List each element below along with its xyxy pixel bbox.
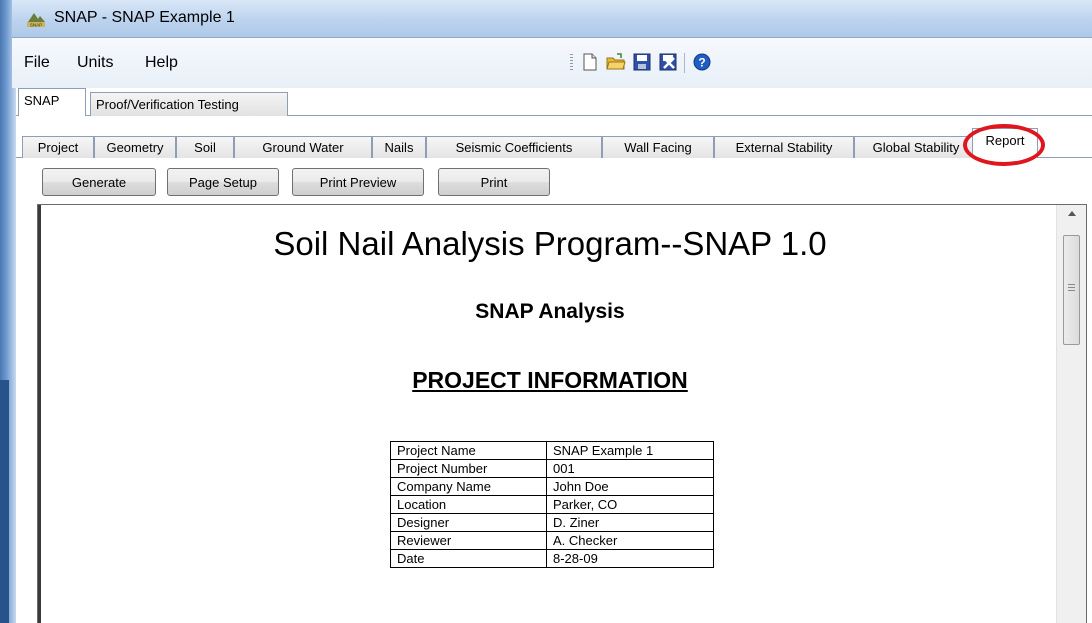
section-heading: PROJECT INFORMATION (412, 367, 688, 393)
app-window: SNAP SNAP - SNAP Example 1 File Units He… (0, 0, 1092, 623)
table-row: Designer D. Ziner (390, 513, 714, 532)
table-row: Location Parker, CO (390, 495, 714, 514)
svg-text:?: ? (698, 56, 705, 70)
window-left-frame (0, 0, 16, 623)
save-icon[interactable] (632, 52, 652, 72)
project-info-table: Project Name SNAP Example 1 Project Numbe… (390, 441, 714, 568)
tab-geometry[interactable]: Geometry (94, 136, 176, 158)
table-cell-key: Project Name (390, 441, 547, 460)
help-icon[interactable]: ? (692, 52, 712, 72)
toolbar-grip[interactable] (570, 54, 573, 72)
vertical-scrollbar[interactable] (1056, 205, 1086, 623)
table-cell-value: SNAP Example 1 (546, 441, 714, 460)
table-row: Project Number 001 (390, 459, 714, 478)
print-preview-button[interactable]: Print Preview (292, 168, 424, 196)
title-bar[interactable]: SNAP SNAP - SNAP Example 1 (12, 0, 1092, 38)
toolbar-separator (684, 53, 685, 73)
table-cell-key: Location (390, 495, 547, 514)
print-button[interactable]: Print (438, 168, 550, 196)
open-folder-icon[interactable] (606, 52, 626, 72)
generate-button[interactable]: Generate (42, 168, 156, 196)
report-button-row: Generate Page Setup Print Preview Print (16, 162, 1092, 198)
scroll-up-arrow-icon[interactable] (1057, 205, 1087, 223)
new-document-icon[interactable] (580, 52, 600, 72)
menu-file[interactable]: File (24, 54, 50, 72)
table-row: Company Name John Doe (390, 477, 714, 496)
table-cell-value: D. Ziner (546, 513, 714, 532)
table-cell-key: Project Number (390, 459, 547, 478)
tab-wall-facing[interactable]: Wall Facing (602, 136, 714, 158)
report-viewer[interactable]: Soil Nail Analysis Program--SNAP 1.0 SNA… (37, 204, 1087, 623)
table-cell-value: 001 (546, 459, 714, 478)
table-row: Reviewer A. Checker (390, 531, 714, 550)
tab-ground-water[interactable]: Ground Water (234, 136, 372, 158)
table-cell-value: John Doe (546, 477, 714, 496)
tab-project[interactable]: Project (22, 136, 94, 158)
report-tab-highlight (963, 124, 1045, 166)
tab-proof-verification-testing[interactable]: Proof/Verification Testing (90, 92, 288, 116)
scroll-thumb[interactable] (1063, 235, 1080, 345)
tab-external-stability[interactable]: External Stability (714, 136, 854, 158)
export-icon[interactable] (658, 52, 678, 72)
tab-snap[interactable]: SNAP (18, 88, 86, 116)
snap-panel: Project Geometry Soil Ground Water Nails… (16, 116, 1092, 623)
report-document: Soil Nail Analysis Program--SNAP 1.0 SNA… (42, 205, 1058, 623)
tab-nails[interactable]: Nails (372, 136, 426, 158)
menu-help[interactable]: Help (145, 54, 178, 72)
report-title: Soil Nail Analysis Program--SNAP 1.0 (273, 225, 827, 262)
table-cell-key: Designer (390, 513, 547, 532)
table-cell-value: Parker, CO (546, 495, 714, 514)
outer-tab-strip: SNAP Proof/Verification Testing (16, 88, 1092, 116)
table-cell-key: Date (390, 549, 547, 568)
tab-global-stability[interactable]: Global Stability (854, 136, 978, 158)
menu-units[interactable]: Units (77, 54, 113, 72)
table-row: Date 8-28-09 (390, 549, 714, 568)
menu-bar: File Units Help ? (12, 38, 1092, 88)
table-row: Project Name SNAP Example 1 (390, 441, 714, 460)
tab-seismic-coefficients[interactable]: Seismic Coefficients (426, 136, 602, 158)
inner-tab-strip: Project Geometry Soil Ground Water Nails… (16, 124, 1092, 166)
report-subtitle: SNAP Analysis (475, 300, 625, 323)
app-icon-label: SNAP (30, 23, 42, 28)
table-cell-value: 8-28-09 (546, 549, 714, 568)
table-cell-value: A. Checker (546, 531, 714, 550)
page-setup-button[interactable]: Page Setup (167, 168, 279, 196)
tab-soil[interactable]: Soil (176, 136, 234, 158)
table-cell-key: Reviewer (390, 531, 547, 550)
snap-app-icon: SNAP (26, 10, 46, 28)
window-title: SNAP - SNAP Example 1 (54, 9, 235, 26)
table-cell-key: Company Name (390, 477, 547, 496)
